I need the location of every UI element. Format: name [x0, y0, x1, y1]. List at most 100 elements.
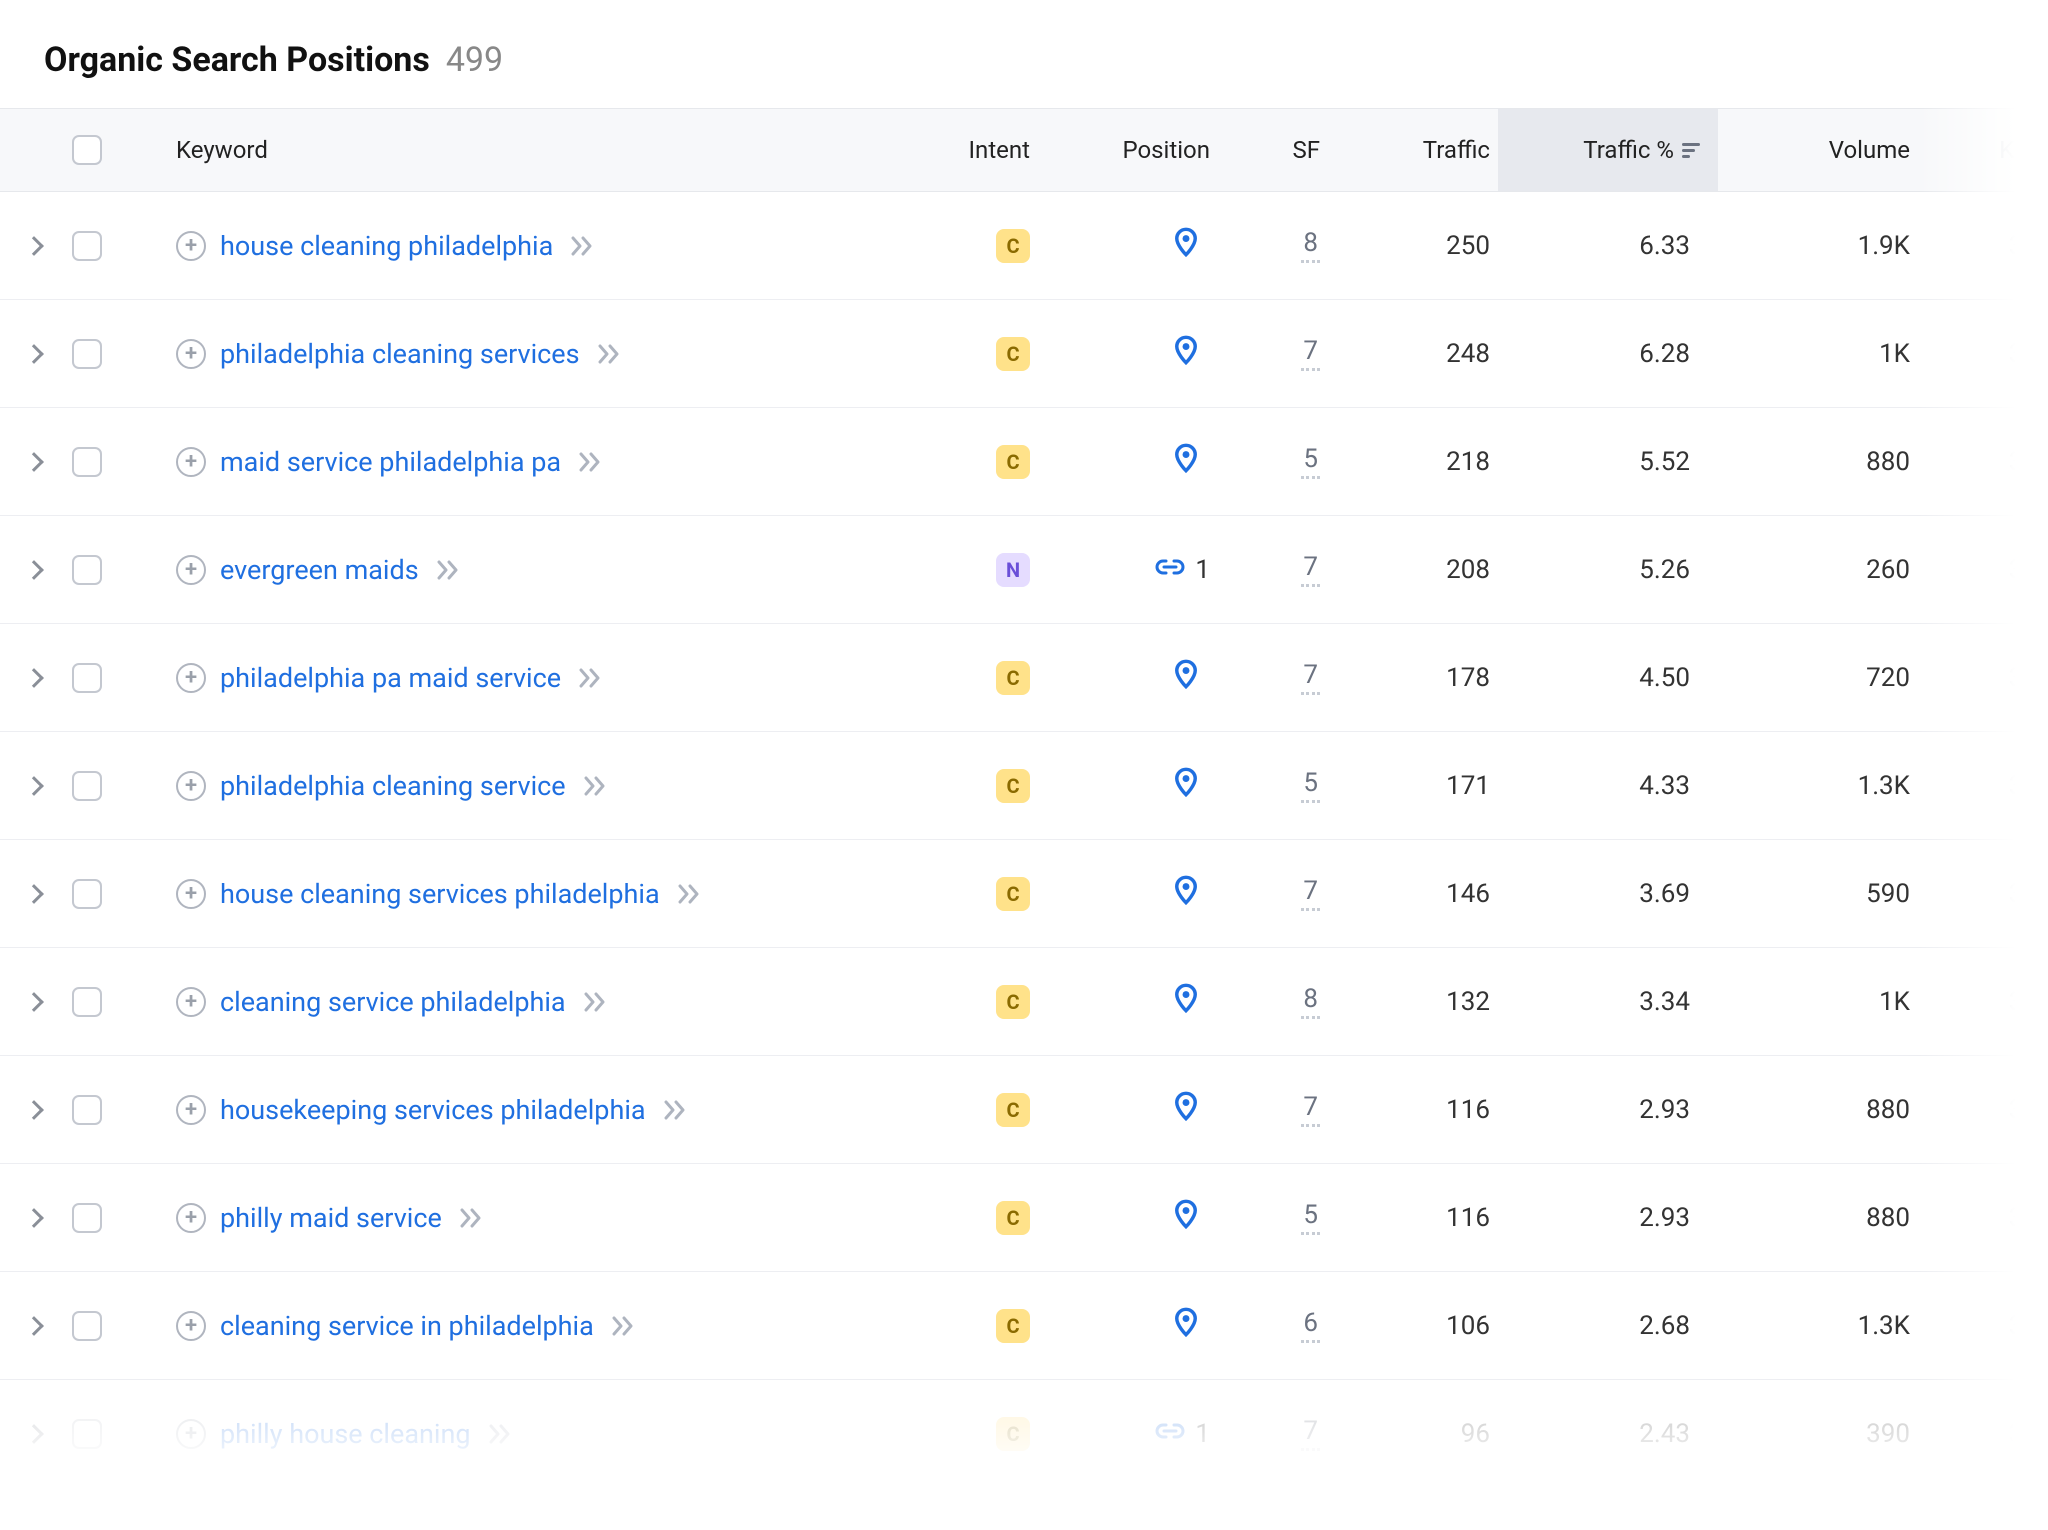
- open-serp-icon[interactable]: [579, 668, 603, 688]
- intent-badge[interactable]: C: [996, 1201, 1030, 1235]
- col-traffic[interactable]: Traffic: [1328, 136, 1498, 164]
- row-checkbox[interactable]: [72, 447, 102, 477]
- row-checkbox[interactable]: [72, 231, 102, 261]
- chevron-right-icon[interactable]: [24, 1316, 44, 1336]
- sf-value[interactable]: 8: [1301, 984, 1320, 1019]
- expand-cell[interactable]: [0, 671, 68, 685]
- row-checkbox[interactable]: [72, 1311, 102, 1341]
- expand-cell[interactable]: [0, 1319, 68, 1333]
- sf-value[interactable]: 7: [1301, 1416, 1320, 1451]
- col-volume[interactable]: Volume: [1718, 136, 1918, 164]
- open-serp-icon[interactable]: [678, 884, 702, 904]
- intent-badge[interactable]: C: [996, 1417, 1030, 1451]
- select-cell[interactable]: [68, 879, 168, 909]
- chevron-right-icon[interactable]: [24, 668, 44, 688]
- chevron-right-icon[interactable]: [24, 344, 44, 364]
- select-cell[interactable]: [68, 1311, 168, 1341]
- map-pin-icon[interactable]: [1172, 335, 1200, 372]
- intent-badge[interactable]: C: [996, 229, 1030, 263]
- select-cell[interactable]: [68, 987, 168, 1017]
- select-all-checkbox[interactable]: [72, 135, 102, 165]
- chevron-right-icon[interactable]: [24, 1208, 44, 1228]
- keyword-link[interactable]: cleaning service philadelphia: [220, 986, 566, 1018]
- open-serp-icon[interactable]: [584, 776, 608, 796]
- row-checkbox[interactable]: [72, 771, 102, 801]
- intent-badge[interactable]: C: [996, 661, 1030, 695]
- expand-cell[interactable]: [0, 455, 68, 469]
- keyword-link[interactable]: philly maid service: [220, 1202, 442, 1234]
- intent-badge[interactable]: C: [996, 769, 1030, 803]
- add-keyword-icon[interactable]: +: [176, 1419, 206, 1449]
- row-checkbox[interactable]: [72, 1419, 102, 1449]
- sf-value[interactable]: 6: [1301, 1308, 1320, 1343]
- add-keyword-icon[interactable]: +: [176, 879, 206, 909]
- intent-badge[interactable]: C: [996, 337, 1030, 371]
- expand-cell[interactable]: [0, 779, 68, 793]
- keyword-link[interactable]: philly house cleaning: [220, 1418, 471, 1450]
- sitelink-icon[interactable]: [1155, 1419, 1185, 1449]
- add-keyword-icon[interactable]: +: [176, 1311, 206, 1341]
- expand-cell[interactable]: [0, 563, 68, 577]
- sf-value[interactable]: 5: [1301, 1200, 1320, 1235]
- keyword-link[interactable]: maid service philadelphia pa: [220, 446, 561, 478]
- sf-value[interactable]: 8: [1301, 228, 1320, 263]
- row-checkbox[interactable]: [72, 1203, 102, 1233]
- intent-badge[interactable]: C: [996, 1309, 1030, 1343]
- chevron-right-icon[interactable]: [24, 884, 44, 904]
- sf-value[interactable]: 7: [1301, 1092, 1320, 1127]
- add-keyword-icon[interactable]: +: [176, 447, 206, 477]
- add-keyword-icon[interactable]: +: [176, 339, 206, 369]
- open-serp-icon[interactable]: [460, 1208, 484, 1228]
- chevron-right-icon[interactable]: [24, 1424, 44, 1444]
- sf-value[interactable]: 7: [1301, 660, 1320, 695]
- map-pin-icon[interactable]: [1172, 659, 1200, 696]
- col-sf[interactable]: SF: [1218, 136, 1328, 164]
- keyword-link[interactable]: philadelphia pa maid service: [220, 662, 561, 694]
- chevron-right-icon[interactable]: [24, 992, 44, 1012]
- add-keyword-icon[interactable]: +: [176, 1203, 206, 1233]
- add-keyword-icon[interactable]: +: [176, 231, 206, 261]
- select-cell[interactable]: [68, 1095, 168, 1125]
- map-pin-icon[interactable]: [1172, 1091, 1200, 1128]
- map-pin-icon[interactable]: [1172, 227, 1200, 264]
- intent-badge[interactable]: N: [996, 553, 1030, 587]
- open-serp-icon[interactable]: [664, 1100, 688, 1120]
- sf-value[interactable]: 7: [1301, 876, 1320, 911]
- intent-badge[interactable]: C: [996, 445, 1030, 479]
- map-pin-icon[interactable]: [1172, 875, 1200, 912]
- row-checkbox[interactable]: [72, 879, 102, 909]
- open-serp-icon[interactable]: [437, 560, 461, 580]
- open-serp-icon[interactable]: [571, 236, 595, 256]
- select-cell[interactable]: [68, 663, 168, 693]
- open-serp-icon[interactable]: [598, 344, 622, 364]
- col-traffic-pct[interactable]: Traffic %: [1498, 109, 1718, 191]
- col-keyword[interactable]: Keyword: [168, 136, 908, 164]
- col-kd[interactable]: KD: [1918, 136, 2038, 164]
- open-serp-icon[interactable]: [584, 992, 608, 1012]
- expand-cell[interactable]: [0, 347, 68, 361]
- row-checkbox[interactable]: [72, 339, 102, 369]
- sf-value[interactable]: 7: [1301, 336, 1320, 371]
- sitelink-icon[interactable]: [1155, 555, 1185, 585]
- select-cell[interactable]: [68, 231, 168, 261]
- add-keyword-icon[interactable]: +: [176, 771, 206, 801]
- add-keyword-icon[interactable]: +: [176, 987, 206, 1017]
- col-select-all[interactable]: [68, 135, 168, 165]
- open-serp-icon[interactable]: [612, 1316, 636, 1336]
- map-pin-icon[interactable]: [1172, 1307, 1200, 1344]
- keyword-link[interactable]: house cleaning services philadelphia: [220, 878, 660, 910]
- sf-value[interactable]: 5: [1301, 444, 1320, 479]
- chevron-right-icon[interactable]: [24, 560, 44, 580]
- map-pin-icon[interactable]: [1172, 443, 1200, 480]
- keyword-link[interactable]: philadelphia cleaning service: [220, 770, 566, 802]
- col-intent[interactable]: Intent: [908, 136, 1038, 164]
- add-keyword-icon[interactable]: +: [176, 663, 206, 693]
- sf-value[interactable]: 7: [1301, 552, 1320, 587]
- expand-cell[interactable]: [0, 239, 68, 253]
- row-checkbox[interactable]: [72, 987, 102, 1017]
- add-keyword-icon[interactable]: +: [176, 555, 206, 585]
- intent-badge[interactable]: C: [996, 1093, 1030, 1127]
- chevron-right-icon[interactable]: [24, 1100, 44, 1120]
- intent-badge[interactable]: C: [996, 985, 1030, 1019]
- select-cell[interactable]: [68, 771, 168, 801]
